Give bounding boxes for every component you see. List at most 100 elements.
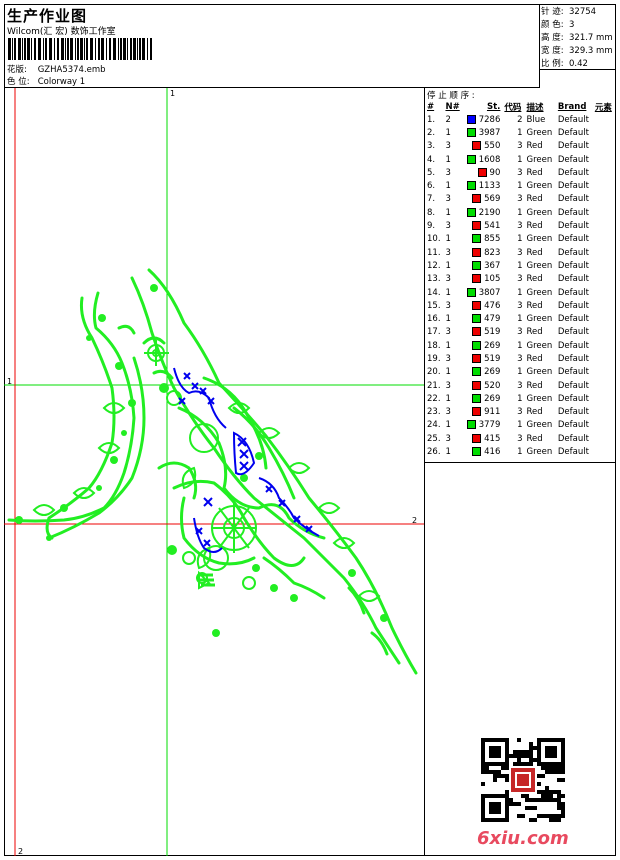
row-description: Green <box>526 127 553 138</box>
row-brand: Default <box>557 194 589 205</box>
row-stitches: 7286 <box>463 113 503 126</box>
row-needle: 1 <box>445 420 451 431</box>
table-row: 13. 3 105 3 Red Default <box>425 273 615 286</box>
row-brand: Default <box>557 353 589 364</box>
row-needle: 1 <box>445 447 451 458</box>
stitch-count: 416 <box>484 447 501 458</box>
row-element <box>593 140 615 153</box>
row-element <box>593 352 615 365</box>
row-description: Red <box>526 353 543 364</box>
table-row: 6. 1 1133 1 Green Default <box>425 179 615 192</box>
color-swatch <box>466 181 476 191</box>
row-description: Green <box>526 154 553 165</box>
row-stitches: 519 <box>463 352 503 365</box>
row-code: 3 <box>517 380 523 391</box>
row-code: 3 <box>517 300 523 311</box>
embroidery-design-image: 1 1 2 2 <box>4 88 424 856</box>
row-stitches: 569 <box>463 193 503 206</box>
stitch-count: 476 <box>484 300 501 311</box>
stitch-count: 1133 <box>478 181 501 192</box>
row-stitches: 520 <box>463 379 503 392</box>
row-stitches: 90 <box>463 166 503 179</box>
stitch-count: 415 <box>484 433 501 444</box>
lace-outline-green <box>7 268 418 675</box>
row-index: 2. <box>427 127 436 138</box>
stat-stitches: 针 迹: 32754 <box>541 5 596 17</box>
row-brand: Default <box>557 167 589 178</box>
row-element <box>593 299 615 312</box>
row-element <box>593 126 615 139</box>
axis-label-h1: 1 <box>7 377 12 386</box>
row-brand: Default <box>557 127 589 138</box>
qr-code-image <box>481 738 565 822</box>
color-swatch <box>472 234 482 244</box>
row-brand: Default <box>557 327 589 338</box>
row-element <box>593 206 615 219</box>
table-row: 17. 3 519 3 Red Default <box>425 326 615 339</box>
row-needle: 1 <box>445 287 451 298</box>
row-element <box>593 219 615 232</box>
color-swatch <box>472 260 482 270</box>
stat-width: 宽 度: 329.3 mm <box>541 44 613 56</box>
row-brand: Default <box>557 141 589 152</box>
row-description: Green <box>526 207 553 218</box>
row-element <box>593 326 615 339</box>
design-canvas[interactable]: 1 1 2 2 <box>4 88 425 856</box>
color-swatch <box>472 327 482 337</box>
row-stitches: 823 <box>463 246 503 259</box>
row-index: 13. <box>427 274 441 285</box>
row-code: 3 <box>517 167 523 178</box>
stitch-count: 519 <box>484 327 501 338</box>
design-file-value: GZHA5374.emb <box>37 65 106 75</box>
stitch-count: 2190 <box>478 207 501 218</box>
row-brand: Default <box>557 420 589 431</box>
stitch-count: 367 <box>484 260 501 271</box>
stitch-count: 7286 <box>478 114 501 125</box>
row-description: Green <box>526 447 553 458</box>
row-index: 21. <box>427 380 441 391</box>
row-index: 11. <box>427 247 441 258</box>
table-row: 16. 1 479 1 Green Default <box>425 312 615 325</box>
row-code: 1 <box>517 393 523 404</box>
stat-label: 颜 色: <box>541 20 564 30</box>
row-stitches: 1133 <box>463 179 503 192</box>
table-row: 9. 3 541 3 Red Default <box>425 219 615 232</box>
col-header-element: 元素 <box>594 102 612 113</box>
row-description: Blue <box>526 114 546 125</box>
stitch-count: 911 <box>484 407 501 418</box>
row-index: 9. <box>427 221 436 232</box>
row-stitches: 3987 <box>463 126 503 139</box>
color-swatch <box>472 340 482 350</box>
stat-label: 宽 度: <box>541 46 564 56</box>
table-row: 2. 1 3987 1 Green Default <box>425 126 615 139</box>
col-header-needle: N# <box>445 101 460 112</box>
row-element <box>593 432 615 445</box>
table-row: 22. 1 269 1 Green Default <box>425 392 615 405</box>
row-needle: 1 <box>445 207 451 218</box>
axis-label-v1: 1 <box>170 89 175 98</box>
table-row: 10. 1 855 1 Green Default <box>425 233 615 246</box>
row-index: 12. <box>427 260 441 271</box>
stat-value: 0.42 <box>569 59 588 69</box>
col-header-brand: Brand <box>557 101 587 112</box>
row-description: Red <box>526 407 543 418</box>
row-index: 23. <box>427 407 441 418</box>
row-needle: 3 <box>445 407 451 418</box>
row-code: 3 <box>517 274 523 285</box>
row-index: 16. <box>427 314 441 325</box>
row-brand: Default <box>557 247 589 258</box>
color-swatch <box>466 114 476 124</box>
row-code: 1 <box>517 207 523 218</box>
row-brand: Default <box>557 393 589 404</box>
row-element <box>593 366 615 379</box>
axis-label-v2: 2 <box>18 847 23 856</box>
row-needle: 3 <box>445 194 451 205</box>
row-element <box>593 406 615 419</box>
color-swatch <box>472 353 482 363</box>
row-needle: 3 <box>445 353 451 364</box>
row-code: 1 <box>517 127 523 138</box>
row-index: 14. <box>427 287 441 298</box>
stitch-count: 550 <box>484 141 501 152</box>
row-brand: Default <box>557 181 589 192</box>
table-row: 8. 1 2190 1 Green Default <box>425 206 615 219</box>
